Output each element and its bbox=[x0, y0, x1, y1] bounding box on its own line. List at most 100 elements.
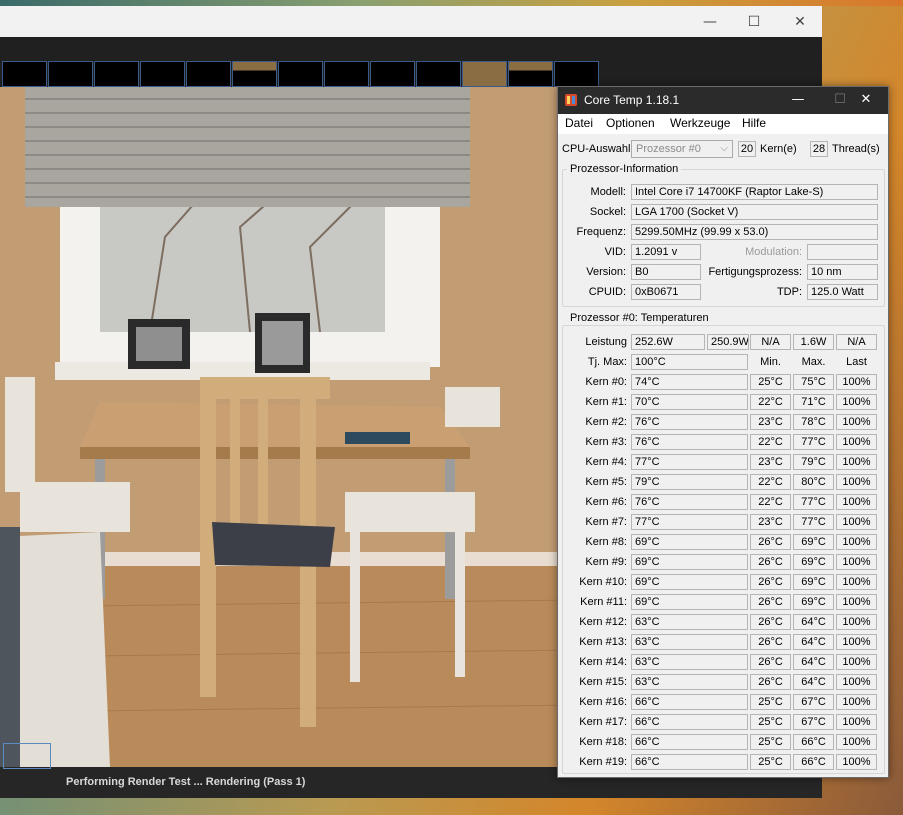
core-min: 26°C bbox=[750, 614, 791, 630]
coretemp-titlebar[interactable]: Core Temp 1.18.1 — ☐ ✕ bbox=[558, 87, 888, 114]
core-max: 67°C bbox=[793, 714, 834, 730]
render-tile-strip bbox=[0, 37, 822, 87]
version-label: Version: bbox=[586, 266, 626, 278]
socket-label: Sockel: bbox=[589, 206, 626, 218]
vid-label: VID: bbox=[604, 246, 626, 258]
core-max: 69°C bbox=[793, 534, 834, 550]
render-tile bbox=[186, 61, 231, 87]
core-load: 100% bbox=[836, 394, 877, 410]
core-load: 100% bbox=[836, 414, 877, 430]
core-temp: 69°C bbox=[631, 534, 748, 550]
core-label: Kern #16: bbox=[579, 696, 627, 708]
render-tile bbox=[462, 61, 507, 87]
cpu-select-value: Prozessor #0 bbox=[636, 143, 701, 155]
core-max: 71°C bbox=[793, 394, 834, 410]
core-temp: 76°C bbox=[631, 434, 748, 450]
power-gpu: N/A bbox=[836, 334, 877, 350]
core-max: 69°C bbox=[793, 594, 834, 610]
core-label: Kern #13: bbox=[579, 636, 627, 648]
core-max: 77°C bbox=[793, 494, 834, 510]
cpuid-value: 0xB0671 bbox=[631, 284, 701, 300]
core-load: 100% bbox=[836, 614, 877, 630]
core-label: Kern #12: bbox=[579, 616, 627, 628]
render-tile bbox=[94, 61, 139, 87]
cpuid-label: CPUID: bbox=[588, 286, 626, 298]
core-min: 23°C bbox=[750, 514, 791, 530]
render-tile bbox=[508, 61, 553, 87]
core-max: 75°C bbox=[793, 374, 834, 390]
core-temp: 69°C bbox=[631, 594, 748, 610]
core-max: 80°C bbox=[793, 474, 834, 490]
menu-bar: Datei Optionen Werkzeuge Hilfe bbox=[558, 114, 888, 134]
core-label: Kern #0: bbox=[585, 376, 627, 388]
core-temp: 63°C bbox=[631, 654, 748, 670]
socket-value: LGA 1700 (Socket V) bbox=[631, 204, 878, 220]
render-tile bbox=[554, 61, 599, 87]
core-load: 100% bbox=[836, 494, 877, 510]
core-temp: 66°C bbox=[631, 734, 748, 750]
model-label: Modell: bbox=[590, 186, 626, 198]
core-label: Kern #15: bbox=[579, 676, 627, 688]
core-temp: 63°C bbox=[631, 614, 748, 630]
core-max: 67°C bbox=[793, 694, 834, 710]
core-temp: 66°C bbox=[631, 694, 748, 710]
core-load: 100% bbox=[836, 554, 877, 570]
render-tile bbox=[232, 61, 277, 87]
render-tile bbox=[278, 61, 323, 87]
core-max: 66°C bbox=[793, 754, 834, 770]
minimize-button[interactable]: — bbox=[690, 11, 730, 33]
coretemp-title: Core Temp 1.18.1 bbox=[584, 93, 680, 107]
render-status-text: Performing Render Test ... Rendering (Pa… bbox=[66, 776, 306, 788]
render-tile bbox=[324, 61, 369, 87]
core-label: Kern #14: bbox=[579, 656, 627, 668]
menu-hilfe[interactable]: Hilfe bbox=[742, 116, 766, 130]
core-label: Kern #11: bbox=[580, 596, 627, 608]
core-min: 26°C bbox=[750, 574, 791, 590]
core-min: 23°C bbox=[750, 454, 791, 470]
model-value: Intel Core i7 14700KF (Raptor Lake-S) bbox=[631, 184, 878, 200]
core-temp: 63°C bbox=[631, 634, 748, 650]
cpu-select-label: CPU-Auswahl: bbox=[562, 143, 634, 155]
close-button[interactable]: ✕ bbox=[848, 89, 884, 111]
min-header: Min. bbox=[760, 356, 781, 368]
coretemp-app-icon bbox=[565, 94, 577, 106]
menu-werkzeuge[interactable]: Werkzeuge bbox=[670, 116, 730, 130]
core-temp: 76°C bbox=[631, 414, 748, 430]
core-load: 100% bbox=[836, 434, 877, 450]
render-tile bbox=[140, 61, 185, 87]
close-button[interactable]: ✕ bbox=[780, 11, 820, 33]
core-max: 78°C bbox=[793, 414, 834, 430]
core-label: Kern #2: bbox=[585, 416, 627, 428]
core-max: 64°C bbox=[793, 634, 834, 650]
core-label: Kern #17: bbox=[579, 716, 627, 728]
render-tile bbox=[416, 61, 461, 87]
menu-optionen[interactable]: Optionen bbox=[606, 116, 655, 130]
core-min: 22°C bbox=[750, 434, 791, 450]
core-min: 26°C bbox=[750, 554, 791, 570]
menu-datei[interactable]: Datei bbox=[565, 116, 593, 130]
tjmax-label: Tj. Max: bbox=[587, 356, 627, 368]
core-min: 25°C bbox=[750, 694, 791, 710]
core-min: 26°C bbox=[750, 674, 791, 690]
threads-label: Thread(s) bbox=[832, 143, 880, 155]
core-temp: 74°C bbox=[631, 374, 748, 390]
max-header: Max. bbox=[801, 356, 826, 368]
core-temp: 69°C bbox=[631, 554, 748, 570]
maximize-button[interactable]: ☐ bbox=[734, 11, 774, 33]
core-min: 22°C bbox=[750, 494, 791, 510]
core-load: 100% bbox=[836, 674, 877, 690]
minimize-button[interactable]: — bbox=[780, 89, 816, 111]
process-label: Fertigungsprozess: bbox=[708, 266, 802, 278]
core-label: Kern #8: bbox=[585, 536, 627, 548]
version-value: B0 bbox=[631, 264, 701, 280]
core-load: 100% bbox=[836, 694, 877, 710]
core-max: 64°C bbox=[793, 614, 834, 630]
core-min: 25°C bbox=[750, 734, 791, 750]
core-temp: 79°C bbox=[631, 474, 748, 490]
render-tile bbox=[2, 61, 47, 87]
core-load: 100% bbox=[836, 734, 877, 750]
core-label: Kern #5: bbox=[585, 476, 627, 488]
core-temp: 66°C bbox=[631, 754, 748, 770]
core-label: Kern #18: bbox=[579, 736, 627, 748]
cpu-select-dropdown[interactable]: Prozessor #0 ⌵ bbox=[631, 140, 733, 158]
